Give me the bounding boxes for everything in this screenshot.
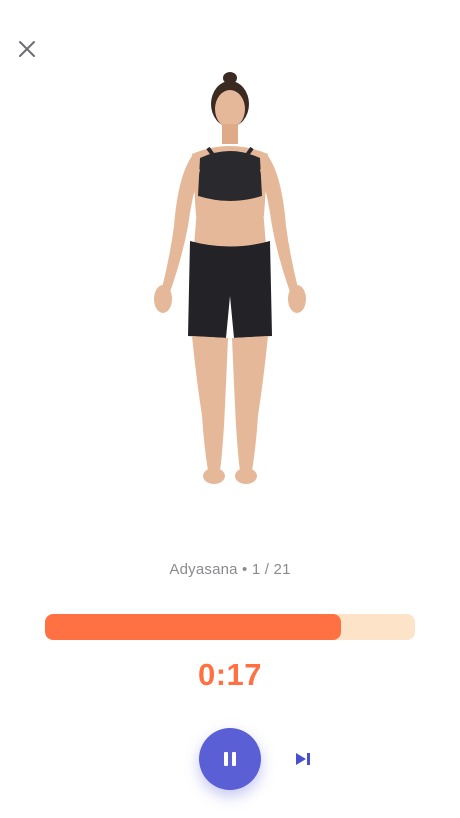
workout-player-screen: Adyasana • 1 / 21 0:17 bbox=[0, 0, 460, 818]
countdown-timer: 0:17 bbox=[197, 657, 263, 692]
exercise-progress-bar bbox=[45, 614, 415, 640]
pose-image bbox=[130, 66, 330, 496]
pose-name-and-step: Adyasana • 1 / 21 bbox=[169, 561, 291, 578]
pause-button[interactable] bbox=[199, 728, 261, 790]
close-button[interactable] bbox=[12, 34, 42, 64]
woman-standing-figure bbox=[154, 72, 306, 484]
close-icon bbox=[19, 41, 35, 57]
progress-fill bbox=[45, 614, 341, 640]
pause-icon bbox=[224, 752, 236, 766]
skip-next-button[interactable] bbox=[290, 747, 316, 771]
skip-next-icon bbox=[296, 753, 310, 765]
